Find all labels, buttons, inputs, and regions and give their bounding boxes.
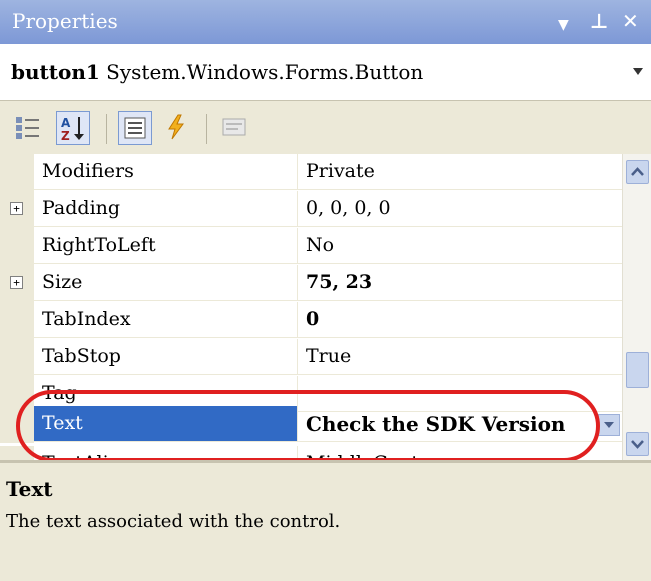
window-position-dropdown-icon[interactable]: ▼: [558, 12, 569, 38]
property-name: Modifiers: [34, 154, 298, 190]
toolbar-separator: [106, 114, 107, 144]
pin-icon[interactable]: ⊥: [590, 8, 608, 34]
property-row-padding[interactable]: + Padding 0, 0, 0, 0: [0, 191, 622, 228]
property-row-text[interactable]: Text Check the SDK Version: [0, 406, 622, 443]
toolbar-separator: [206, 114, 207, 144]
row-gutter: [0, 406, 34, 443]
property-pages-icon: [222, 118, 246, 136]
scroll-thumb[interactable]: [626, 352, 649, 388]
row-gutter: [0, 228, 34, 265]
property-value-editor[interactable]: Check the SDK Version: [298, 406, 622, 442]
property-name: Text: [34, 406, 298, 442]
vertical-scrollbar[interactable]: [622, 154, 651, 460]
property-row-tabindex[interactable]: TabIndex 0: [0, 302, 622, 339]
events-button[interactable]: [160, 111, 194, 145]
object-name: button1: [11, 60, 100, 84]
property-value[interactable]: No: [298, 228, 622, 264]
property-name: TabStop: [34, 339, 298, 375]
property-value[interactable]: True: [298, 339, 622, 375]
row-gutter: [0, 154, 34, 191]
value-dropdown-button[interactable]: [598, 414, 620, 436]
svg-text:A: A: [61, 116, 71, 130]
description-panel: Text The text associated with the contro…: [0, 460, 651, 581]
close-icon[interactable]: ✕: [622, 8, 639, 34]
object-type: System.Windows.Forms.Button: [106, 60, 424, 84]
property-row-modifiers[interactable]: Modifiers Private: [0, 154, 622, 191]
property-value[interactable]: 0: [298, 302, 622, 338]
chevron-down-icon: [631, 440, 644, 449]
property-name: RightToLeft: [34, 228, 298, 264]
property-value[interactable]: Check the SDK Version: [306, 412, 565, 436]
description-text: The text associated with the control.: [6, 511, 341, 532]
property-pages-button[interactable]: [218, 111, 252, 145]
row-gutter: [0, 446, 34, 460]
scroll-down-button[interactable]: [626, 432, 649, 456]
property-row-tabstop[interactable]: TabStop True: [0, 339, 622, 376]
row-gutter: [0, 302, 34, 339]
alphabetical-button[interactable]: A Z: [56, 111, 90, 145]
property-name: TabIndex: [34, 302, 298, 338]
object-selector-label: button1 System.Windows.Forms.Button: [11, 60, 423, 84]
expand-icon[interactable]: +: [10, 276, 23, 289]
chevron-down-icon[interactable]: [633, 68, 643, 75]
categorized-button[interactable]: [12, 111, 46, 145]
property-value[interactable]: 75, 23: [298, 265, 622, 301]
property-value[interactable]: Private: [298, 154, 622, 190]
property-name: TextAlign: [34, 446, 298, 460]
properties-view-button[interactable]: [118, 111, 152, 145]
scroll-up-button[interactable]: [626, 160, 649, 184]
categorized-icon: [16, 117, 39, 139]
property-row-size[interactable]: + Size 75, 23: [0, 265, 622, 302]
property-value[interactable]: 0, 0, 0, 0: [298, 191, 622, 227]
properties-icon: [124, 117, 146, 139]
alphabetical-sort-icon: A Z: [61, 116, 84, 143]
properties-window-titlebar: Properties ▼ ⊥ ✕: [0, 0, 651, 44]
description-title: Text: [6, 477, 53, 501]
property-value[interactable]: MiddleCenter: [298, 446, 622, 460]
property-name: Size: [34, 265, 298, 301]
property-name: Padding: [34, 191, 298, 227]
row-gutter: +: [0, 191, 34, 228]
row-gutter: +: [0, 265, 34, 302]
property-row-righttoleft[interactable]: RightToLeft No: [0, 228, 622, 265]
property-row-textalign[interactable]: TextAlign MiddleCenter: [0, 446, 622, 460]
row-gutter: [0, 339, 34, 376]
events-lightning-icon: [168, 114, 184, 140]
properties-toolbar: A Z: [0, 102, 651, 154]
object-selector[interactable]: button1 System.Windows.Forms.Button: [0, 44, 651, 101]
expand-icon[interactable]: +: [10, 202, 23, 215]
property-grid: Modifiers Private + Padding 0, 0, 0, 0 R…: [0, 154, 622, 460]
chevron-up-icon: [631, 167, 644, 176]
svg-text:Z: Z: [61, 129, 70, 143]
window-title: Properties: [12, 9, 118, 33]
